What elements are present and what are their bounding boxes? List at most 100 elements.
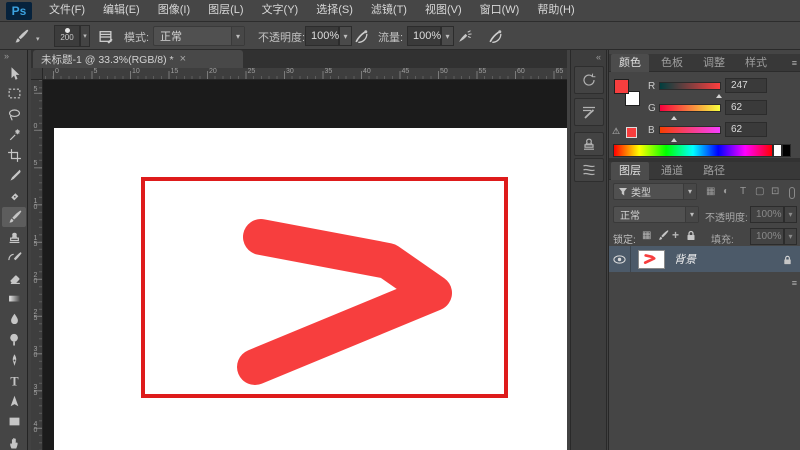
red-value[interactable]: 247 <box>725 78 767 93</box>
gamut-color-swatch[interactable] <box>626 127 637 138</box>
brush-preset-arrow[interactable]: ▾ <box>80 25 90 47</box>
layer-opacity-arrow[interactable]: ▾ <box>784 206 797 223</box>
eyedropper-tool[interactable] <box>2 166 26 187</box>
tab-color[interactable]: 颜色 <box>611 54 649 72</box>
brush-tool[interactable] <box>2 207 26 228</box>
menu-file[interactable]: 文件(F) <box>40 0 94 21</box>
dock-collapse-icon[interactable]: « <box>596 52 601 62</box>
layer-blend-mode-select[interactable]: 正常 ▾ <box>613 206 699 223</box>
crop-tool[interactable] <box>2 145 26 166</box>
tab-channels[interactable]: 通道 <box>653 162 691 180</box>
layer-opacity-value[interactable]: 100% <box>750 206 784 223</box>
tablet-size-pressure-icon[interactable] <box>486 27 504 45</box>
collapsed-panel-dock: « <box>570 50 607 450</box>
red-slider-marker[interactable] <box>716 91 722 98</box>
red-slider[interactable] <box>659 82 721 90</box>
document-viewport[interactable] <box>43 80 567 450</box>
clone-source-panel-icon[interactable] <box>574 132 604 156</box>
menu-window[interactable]: 窗口(W) <box>471 0 529 21</box>
tool-preset-arrow-icon[interactable]: ▾ <box>36 35 40 43</box>
airbrush-icon[interactable] <box>455 27 473 45</box>
flow-value[interactable]: 100% <box>407 26 441 46</box>
lock-position-icon[interactable]: + <box>672 228 679 242</box>
opacity-arrow[interactable]: ▾ <box>339 26 352 46</box>
layers-panel-tabs: 图层 通道 路径 ≡ <box>609 162 800 180</box>
layer-visibility-toggle[interactable] <box>609 246 631 272</box>
toolbar-collapse-icon[interactable]: » <box>4 51 9 61</box>
lock-all-icon[interactable] <box>685 229 697 241</box>
blue-value[interactable]: 62 <box>725 122 767 137</box>
magic-wand-tool[interactable] <box>2 125 26 146</box>
foreground-color-swatch[interactable] <box>614 79 629 94</box>
lock-image-icon[interactable] <box>657 229 669 241</box>
layer-thumbnail[interactable] <box>638 250 665 269</box>
green-slider[interactable] <box>659 104 721 112</box>
hand-tool[interactable] <box>2 432 26 450</box>
tab-layers[interactable]: 图层 <box>611 162 649 180</box>
brush-presets-panel-icon[interactable] <box>574 158 604 182</box>
toggle-brush-panel-icon[interactable] <box>96 27 114 45</box>
menu-type[interactable]: 文字(Y) <box>253 0 308 21</box>
layer-row-background[interactable]: 背景 <box>609 246 800 272</box>
menu-help[interactable]: 帮助(H) <box>528 0 583 21</box>
move-tool[interactable] <box>2 63 26 84</box>
history-brush-tool[interactable] <box>2 248 26 269</box>
layers-panel-menu-icon[interactable]: ≡ <box>792 278 796 288</box>
vertical-ruler[interactable]: 5051 01 52 02 53 03 54 0 <box>31 80 43 450</box>
healing-brush-tool[interactable] <box>2 186 26 207</box>
filter-shape-layers-icon[interactable]: ▢ <box>755 186 764 197</box>
flow-arrow[interactable]: ▾ <box>441 26 454 46</box>
spectrum-black-swatch[interactable] <box>782 144 791 157</box>
tab-close-icon[interactable]: × <box>180 53 186 65</box>
gradient-tool[interactable] <box>2 289 26 310</box>
tab-adjustments[interactable]: 调整 <box>695 54 733 72</box>
filter-pixel-layers-icon[interactable]: ▦ <box>706 186 715 197</box>
menu-bar: Ps 文件(F) 编辑(E) 图像(I) 图层(L) 文字(Y) 选择(S) 滤… <box>0 0 800 22</box>
opacity-value[interactable]: 100% <box>305 26 339 46</box>
dodge-tool[interactable] <box>2 330 26 351</box>
tablet-opacity-pressure-icon[interactable] <box>352 27 370 45</box>
green-slider-marker[interactable] <box>671 113 677 120</box>
type-tool[interactable]: T <box>2 371 26 392</box>
menu-image[interactable]: 图像(I) <box>149 0 199 21</box>
color-spectrum-ramp[interactable] <box>613 144 773 157</box>
document-tab[interactable]: 未标题-1 @ 33.3%(RGB/8) * × <box>33 50 243 68</box>
filter-smart-object-icon[interactable]: ⊡ <box>771 186 779 197</box>
blue-slider-marker[interactable] <box>671 135 677 142</box>
rectangle-tool[interactable] <box>2 412 26 433</box>
filter-adjustment-layers-icon[interactable]: ◐ <box>723 186 729 197</box>
gamut-warning-icon[interactable]: ⚠ <box>612 126 620 137</box>
history-panel-icon[interactable] <box>574 66 604 94</box>
layer-fill-value[interactable]: 100% <box>750 228 784 245</box>
color-panel-menu-icon[interactable]: ≡ <box>792 58 796 68</box>
marquee-tool[interactable] <box>2 84 26 105</box>
blend-mode-select[interactable]: 正常 ▾ <box>153 26 245 46</box>
brush-size-value: 200 <box>55 33 79 42</box>
menu-layer[interactable]: 图层(L) <box>199 0 252 21</box>
tab-styles[interactable]: 样式 <box>737 54 775 72</box>
filter-type-layers-icon[interactable]: T <box>740 186 746 197</box>
brush-preset-picker[interactable]: 200 <box>54 25 80 47</box>
menu-edit[interactable]: 编辑(E) <box>94 0 149 21</box>
eraser-tool[interactable] <box>2 268 26 289</box>
filter-toggle-icon[interactable] <box>789 187 795 199</box>
lock-transparency-icon[interactable]: ▦ <box>642 230 651 241</box>
horizontal-ruler[interactable]: 05101520253035404550556065 <box>43 68 567 80</box>
menu-filter[interactable]: 滤镜(T) <box>362 0 416 21</box>
lasso-tool[interactable] <box>2 104 26 125</box>
blur-tool[interactable] <box>2 309 26 330</box>
tab-paths[interactable]: 路径 <box>695 162 733 180</box>
blue-slider[interactable] <box>659 126 721 134</box>
green-value[interactable]: 62 <box>725 100 767 115</box>
brush-panel-icon[interactable] <box>574 98 604 126</box>
brush-tool-preset-icon[interactable] <box>8 25 34 47</box>
pen-tool[interactable] <box>2 350 26 371</box>
menu-select[interactable]: 选择(S) <box>307 0 362 21</box>
clone-stamp-tool[interactable] <box>2 227 26 248</box>
path-select-tool[interactable] <box>2 391 26 412</box>
layer-fill-arrow[interactable]: ▾ <box>784 228 797 245</box>
menu-view[interactable]: 视图(V) <box>416 0 471 21</box>
layer-filter-kind-select[interactable]: 类型 ▾ <box>613 183 697 200</box>
tab-swatches[interactable]: 色板 <box>653 54 691 72</box>
spectrum-white-swatch[interactable] <box>773 144 782 157</box>
